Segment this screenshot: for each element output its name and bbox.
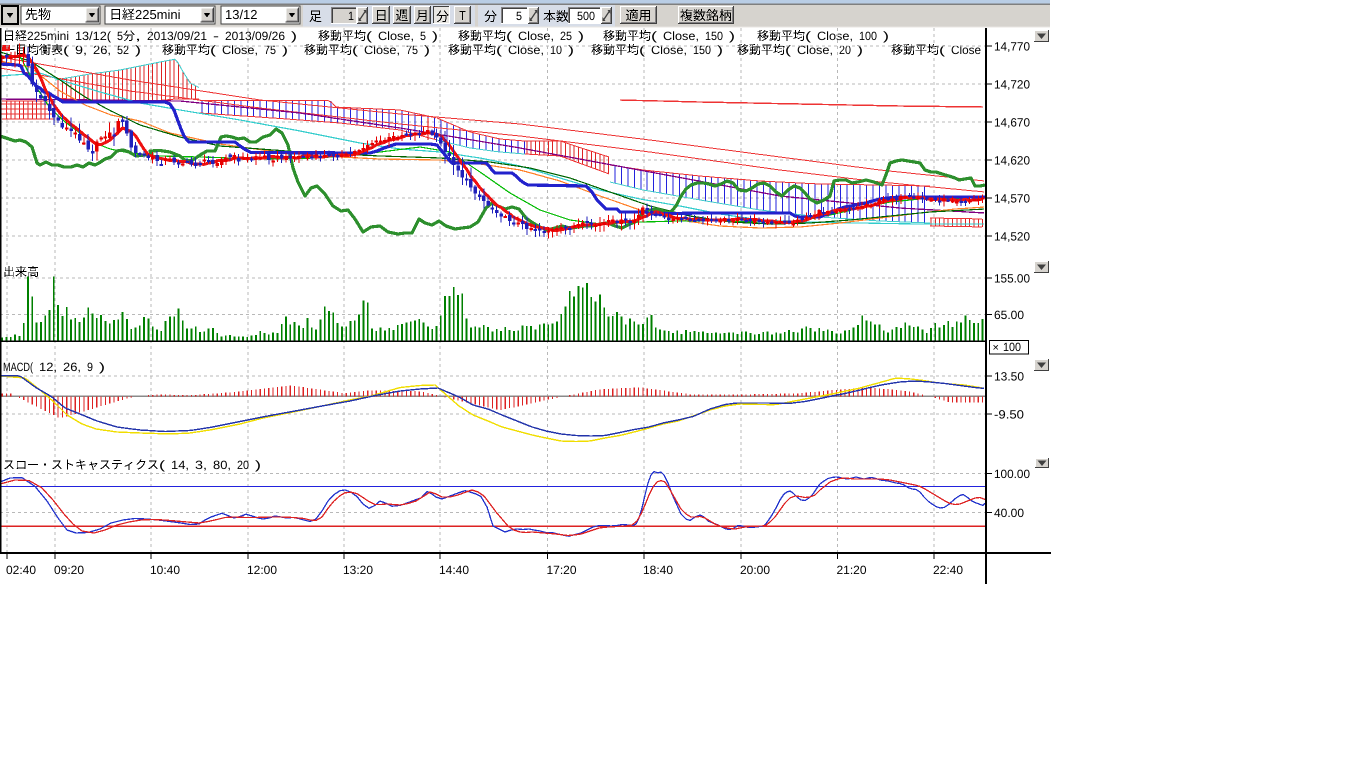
svg-text:(: ( [785,43,791,57]
svg-text:5: 5 [117,29,123,43]
svg-text:3,: 3, [195,458,207,472]
svg-text:14,670: 14,670 [994,116,1030,130]
svg-text:02:40: 02:40 [6,563,36,577]
svg-text:10:40: 10:40 [150,563,180,577]
svg-text:09:20: 09:20 [54,563,84,577]
svg-text:Close,: Close, [817,29,853,43]
svg-text:Close: Close [951,43,981,57]
svg-text:14,620: 14,620 [994,154,1030,168]
svg-text:Close,: Close, [364,43,400,57]
svg-text:): ) [135,43,141,57]
svg-text:14,720: 14,720 [994,78,1030,92]
svg-text:225mini: 225mini [27,29,69,43]
svg-text:10: 10 [550,43,562,57]
svg-text:20: 20 [237,458,249,472]
svg-text:75: 75 [406,43,418,57]
svg-text:13.50: 13.50 [994,370,1024,384]
svg-text:12,: 12, [39,360,57,374]
svg-text:150: 150 [693,43,711,57]
svg-text:(: ( [366,29,372,43]
svg-text:14,570: 14,570 [994,192,1030,206]
svg-text:9: 9 [87,360,93,374]
svg-text:-: - [213,29,219,43]
svg-text:): ) [717,43,723,57]
svg-text:13:20: 13:20 [343,563,373,577]
svg-text:Close,: Close, [378,29,414,43]
svg-text:): ) [857,43,863,57]
svg-text:14,520: 14,520 [994,230,1030,244]
svg-text:(: ( [352,43,358,57]
svg-text:1: 1 [348,9,354,23]
svg-text:155.00: 155.00 [994,272,1030,286]
svg-text:): ) [99,360,105,374]
svg-text:): ) [729,29,735,43]
svg-text:): ) [424,43,430,57]
svg-text:): ) [432,29,438,43]
svg-text:(: ( [159,458,165,472]
svg-text:26,: 26, [63,360,81,374]
svg-text:,: , [135,29,141,43]
svg-text:65.00: 65.00 [994,308,1024,322]
svg-text:): ) [568,43,574,57]
svg-text:225mini: 225mini [135,7,181,22]
svg-text:26,: 26, [93,43,111,57]
svg-text:Close,: Close, [518,29,554,43]
svg-text:MACD(: MACD( [3,360,33,374]
svg-text:40.00: 40.00 [994,506,1024,520]
svg-text:(: ( [651,29,657,43]
svg-text:150: 150 [705,29,723,43]
svg-text:5: 5 [516,9,522,23]
svg-text:(: ( [939,43,945,57]
svg-text:): ) [291,29,297,43]
svg-text:2013/09/21: 2013/09/21 [147,29,207,43]
svg-text:Close,: Close, [651,43,687,57]
svg-text:21:20: 21:20 [837,563,867,577]
svg-text:13/12(: 13/12( [75,29,111,43]
svg-text:(: ( [210,43,216,57]
svg-text:2013/09/26: 2013/09/26 [225,29,285,43]
svg-text:5: 5 [420,29,426,43]
svg-text:14,770: 14,770 [994,40,1030,54]
svg-text:9,: 9, [75,43,87,57]
svg-text:Close,: Close, [508,43,544,57]
svg-text:(: ( [805,29,811,43]
svg-text:Close,: Close, [797,43,833,57]
svg-text:×: × [993,342,999,354]
svg-text:18:40: 18:40 [643,563,673,577]
svg-text:(: ( [506,29,512,43]
svg-text:20:00: 20:00 [740,563,770,577]
svg-text:13/12: 13/12 [225,7,258,22]
svg-text:22:40: 22:40 [933,563,963,577]
svg-text:): ) [578,29,584,43]
svg-text:75: 75 [264,43,276,57]
svg-text:80,: 80, [213,458,231,472]
svg-text:100.00: 100.00 [994,467,1030,481]
svg-text:14,: 14, [171,458,189,472]
svg-text:100: 100 [859,29,877,43]
svg-text:500: 500 [577,9,595,23]
svg-text:12:00: 12:00 [247,563,277,577]
svg-text:52: 52 [117,43,129,57]
svg-text:T: T [459,8,466,23]
svg-text:(: ( [496,43,502,57]
svg-text:Close,: Close, [663,29,699,43]
svg-text:25: 25 [560,29,572,43]
svg-text:17:20: 17:20 [547,563,577,577]
svg-text:20: 20 [839,43,851,57]
svg-text:Close,: Close, [222,43,258,57]
svg-text:): ) [282,43,288,57]
svg-text:): ) [883,29,889,43]
svg-text:14:40: 14:40 [439,563,469,577]
svg-text:100: 100 [1003,340,1021,354]
svg-text:-9.50: -9.50 [994,408,1024,422]
svg-text:): ) [255,458,261,472]
svg-text:(: ( [63,43,69,57]
